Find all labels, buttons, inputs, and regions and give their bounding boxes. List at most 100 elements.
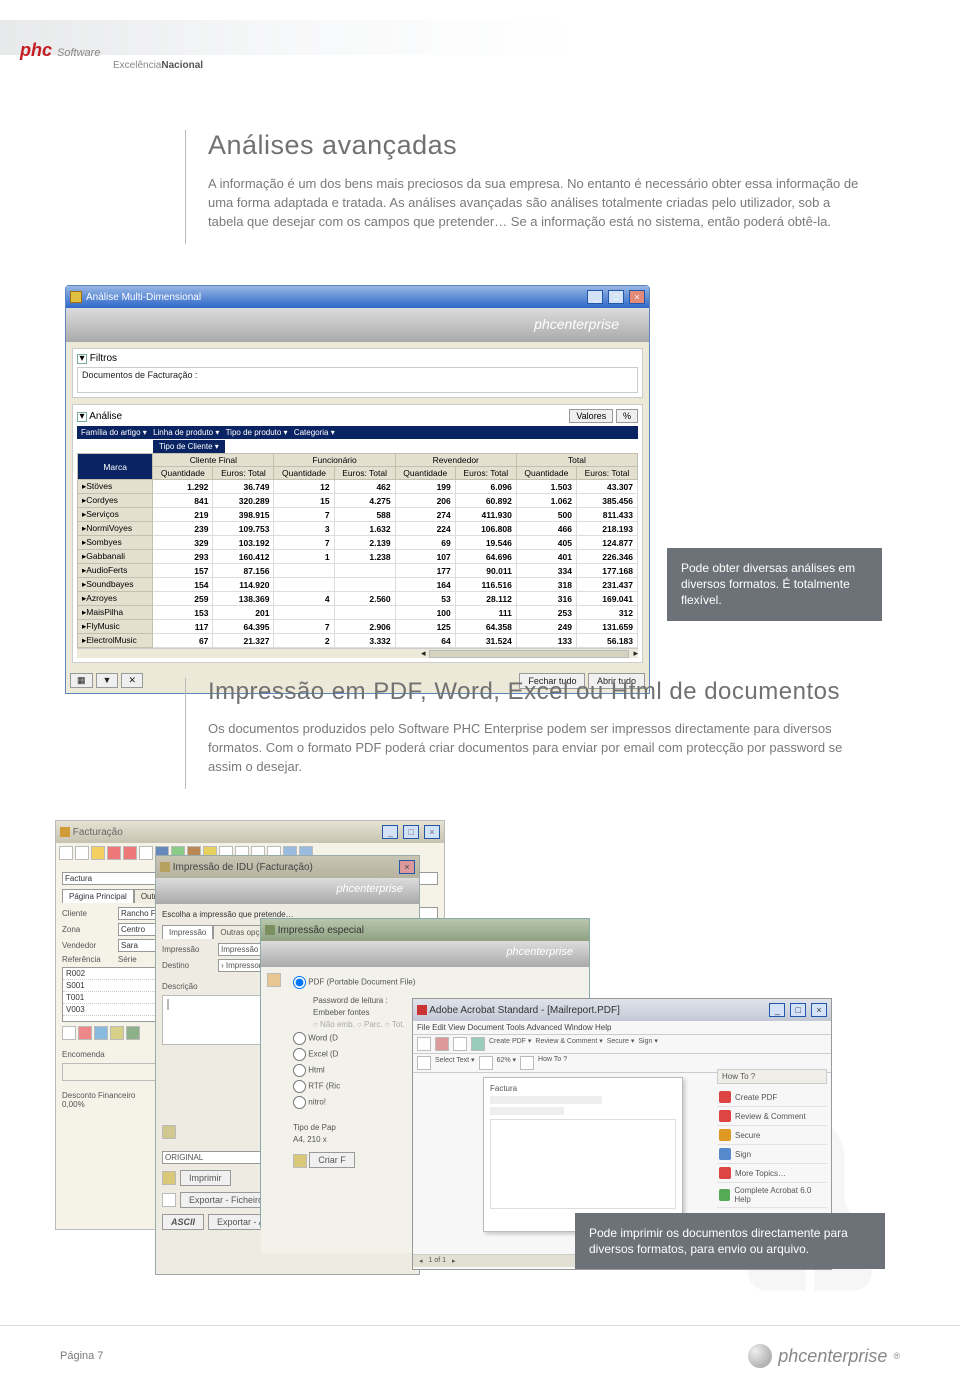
tab-pagina-principal[interactable]: Página Principal: [62, 889, 134, 903]
exportar-ficheiro-button[interactable]: Exportar - Ficheiro: [180, 1192, 272, 1208]
close-icon[interactable]: ×: [811, 1003, 827, 1017]
close-icon[interactable]: ×: [399, 860, 415, 874]
section-analises: Análises avançadas A informação é um dos…: [185, 130, 865, 244]
new-icon[interactable]: [75, 846, 89, 860]
collapse-icon[interactable]: ▾: [77, 354, 87, 364]
excel-radio[interactable]: [293, 1048, 306, 1061]
rtf-radio[interactable]: [293, 1080, 306, 1093]
page-footer: Página 7 phcenterprise®: [0, 1325, 960, 1368]
page-number: Página 7: [60, 1350, 103, 1362]
special-icon: [265, 925, 275, 935]
adobe-side-item[interactable]: Complete Acrobat 6.0 Help: [717, 1183, 827, 1208]
brand-tagline: ExcelênciaNacional: [113, 60, 203, 71]
table-row-marca[interactable]: ▸Gabbanali: [78, 550, 153, 564]
ascii-badge: ASCII: [162, 1214, 204, 1230]
adobe-side-item[interactable]: More Topics…: [717, 1164, 827, 1183]
table-row-marca[interactable]: ▸Serviços: [78, 508, 153, 522]
table-row-marca[interactable]: ▸Cordyes: [78, 494, 153, 508]
table-row-marca[interactable]: ▸NormiVoyes: [78, 522, 153, 536]
criar-button[interactable]: Criar F: [309, 1152, 355, 1168]
minimize-icon[interactable]: _: [587, 290, 603, 304]
table-icon[interactable]: ▦: [70, 673, 93, 688]
section1-body: A informação é um dos bens mais precioso…: [208, 175, 865, 232]
remove-icon[interactable]: [78, 1026, 92, 1040]
filter-icon[interactable]: ▼: [96, 673, 119, 688]
panel-icon[interactable]: ▾: [77, 412, 87, 422]
adobe-side-item[interactable]: Create PDF: [717, 1088, 827, 1107]
doc-icon[interactable]: [162, 1125, 176, 1139]
adobe-side-item[interactable]: Secure: [717, 1126, 827, 1145]
table-row-marca[interactable]: ▸MaisPilha: [78, 606, 153, 620]
save-icon[interactable]: [435, 1037, 449, 1051]
side-icon: [719, 1110, 731, 1122]
adobe-side-item[interactable]: Review & Comment: [717, 1107, 827, 1126]
adobe-side-item[interactable]: Sign: [717, 1145, 827, 1164]
filtros-panel: ▾ Filtros Documentos de Facturação :: [72, 348, 643, 398]
analise-panel: ▾ Análise Valores % Família do artigo ▾ …: [72, 404, 643, 663]
table-row-marca[interactable]: ▸Soundbayes: [78, 578, 153, 592]
side-icon: [719, 1167, 731, 1179]
edit-icon[interactable]: [94, 1026, 108, 1040]
side-icon: [719, 1148, 731, 1160]
printer-icon[interactable]: [162, 1171, 176, 1185]
cut-icon[interactable]: [123, 846, 137, 860]
side-icon: [719, 1091, 731, 1103]
add-icon[interactable]: [62, 1026, 76, 1040]
footer-logo: phcenterprise®: [748, 1344, 900, 1368]
table-row-marca[interactable]: ▸ElectrolMusic: [78, 634, 153, 648]
analysis-titlebar: Análise Multi-Dimensional _ □ ×: [66, 286, 649, 308]
print-icon: [160, 862, 170, 872]
table-row-marca[interactable]: ▸Azroyes: [78, 592, 153, 606]
open-icon[interactable]: [91, 846, 105, 860]
maximize-icon[interactable]: □: [608, 290, 624, 304]
imprimir-button[interactable]: Imprimir: [180, 1170, 231, 1186]
page-icon[interactable]: [520, 1056, 534, 1070]
close-icon[interactable]: ×: [629, 290, 645, 304]
analysis-table: Marca Cliente Final Funcionário Revended…: [77, 453, 638, 648]
misc2-icon[interactable]: [126, 1026, 140, 1040]
pivot-dimensions[interactable]: Família do artigo ▾ Linha de produto ▾ T…: [77, 426, 638, 439]
misc-icon[interactable]: [110, 1026, 124, 1040]
copy-icon[interactable]: [139, 846, 153, 860]
screenshot-analysis-window: Análise Multi-Dimensional _ □ × phcenter…: [65, 285, 650, 694]
filtros-text[interactable]: Documentos de Facturação :: [77, 367, 638, 393]
table-row-marca[interactable]: ▸FlyMusic: [78, 620, 153, 634]
valores-button[interactable]: Valores: [569, 409, 613, 423]
minimize-icon[interactable]: _: [382, 825, 398, 839]
html-radio[interactable]: [293, 1064, 306, 1077]
nitro-radio[interactable]: [293, 1096, 306, 1109]
close-icon[interactable]: ×: [424, 825, 440, 839]
adobe-menu[interactable]: File Edit View Document Tools Advanced W…: [413, 1021, 831, 1035]
tool-icon[interactable]: ✕: [121, 673, 143, 688]
select-icon[interactable]: [417, 1056, 431, 1070]
pdf-radio[interactable]: [293, 976, 306, 989]
brand-logo-text: phc: [20, 40, 52, 60]
word-radio[interactable]: [293, 1032, 306, 1045]
header-bar: [0, 20, 960, 55]
disc-icon: [748, 1344, 772, 1368]
open-icon[interactable]: [417, 1037, 431, 1051]
delete-icon[interactable]: [107, 846, 121, 860]
section2-title: Impressão em PDF, Word, Excel ou Html de…: [208, 678, 865, 706]
section-impressao: Impressão em PDF, Word, Excel ou Html de…: [185, 678, 865, 789]
create-icon[interactable]: [293, 1154, 307, 1168]
export-icon[interactable]: [162, 1193, 176, 1207]
percent-button[interactable]: %: [616, 409, 638, 423]
doc-icon: [60, 827, 70, 837]
minimize-icon[interactable]: _: [769, 1003, 785, 1017]
zoom-icon[interactable]: [479, 1056, 493, 1070]
brand-logo: phc Software: [20, 40, 100, 61]
print-icon[interactable]: [453, 1037, 467, 1051]
table-row-marca[interactable]: ▸Stöves: [78, 480, 153, 494]
format-icon[interactable]: [267, 973, 281, 987]
table-row-marca[interactable]: ▸AudioFerts: [78, 564, 153, 578]
pdf-reader-icon: [417, 1005, 427, 1015]
save-icon[interactable]: [59, 846, 73, 860]
section1-title: Análises avançadas: [208, 130, 865, 161]
callout-analysis: Pode obter diversas análises em diversos…: [667, 548, 882, 621]
table-row-marca[interactable]: ▸Sombyes: [78, 536, 153, 550]
maximize-icon[interactable]: □: [790, 1003, 806, 1017]
email-icon[interactable]: [471, 1037, 485, 1051]
maximize-icon[interactable]: □: [403, 825, 419, 839]
preview-icon[interactable]: [167, 999, 169, 1010]
